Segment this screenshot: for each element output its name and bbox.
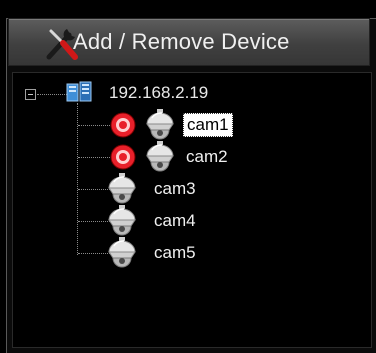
device-panel: Add / Remove Device 192.168.2.19 cam1 cam… — [0, 0, 376, 353]
dome-camera-icon — [146, 109, 174, 140]
camera-label[interactable]: cam2 — [183, 146, 231, 168]
collapse-toggle[interactable] — [25, 89, 36, 100]
recording-icon — [110, 112, 136, 138]
recording-icon — [110, 144, 136, 170]
camera-label[interactable]: cam5 — [151, 242, 199, 264]
server-label[interactable]: 192.168.2.19 — [109, 83, 208, 103]
tree-connector — [78, 157, 110, 158]
camera-item[interactable]: cam1 — [13, 109, 353, 141]
camera-item[interactable]: cam3 — [13, 173, 353, 205]
dome-camera-icon — [146, 141, 174, 172]
add-remove-device-label: Add / Remove Device — [73, 29, 290, 54]
camera-item[interactable]: cam4 — [13, 205, 353, 237]
device-tree: 192.168.2.19 cam1 cam2 cam3 cam4 cam5 — [12, 72, 372, 348]
camera-item[interactable]: cam5 — [13, 237, 353, 269]
dome-camera-icon — [108, 237, 136, 268]
camera-label[interactable]: cam4 — [151, 210, 199, 232]
server-icon — [66, 81, 92, 102]
tree-connector — [78, 125, 110, 126]
tree-connector — [37, 94, 67, 95]
dome-camera-icon — [108, 205, 136, 236]
camera-item[interactable]: cam2 — [13, 141, 353, 173]
dome-camera-icon — [108, 173, 136, 204]
camera-label[interactable]: cam1 — [183, 113, 233, 137]
add-remove-device-button[interactable]: Add / Remove Device — [8, 18, 370, 66]
camera-label[interactable]: cam3 — [151, 178, 199, 200]
